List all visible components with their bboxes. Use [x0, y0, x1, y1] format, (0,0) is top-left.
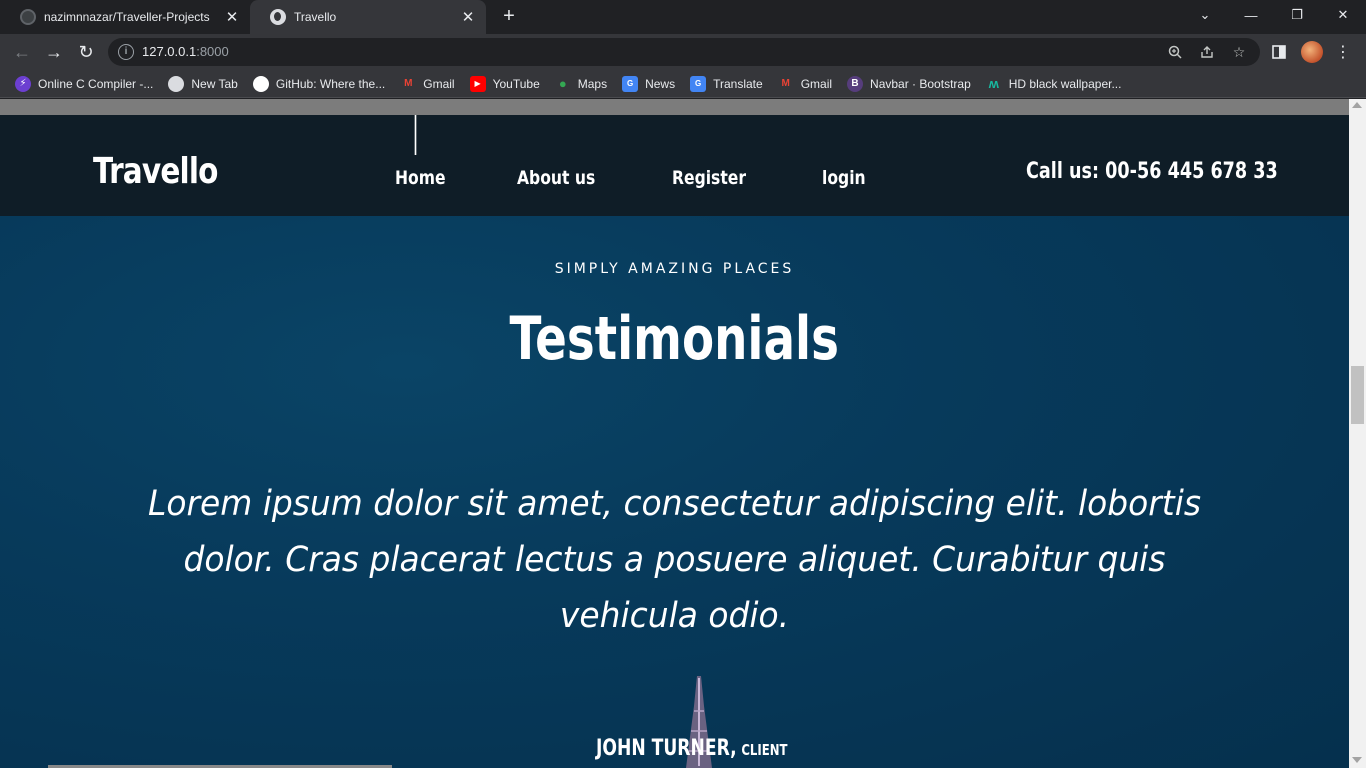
forward-icon[interactable]: →	[42, 40, 66, 64]
bookmark-online-c-compiler[interactable]: ⚡ Online C Compiler -...	[15, 75, 154, 92]
gmail-icon: M	[781, 78, 790, 89]
new-tab-button[interactable]: +	[498, 6, 520, 28]
url-text[interactable]: 127.0.0.1:8000	[142, 44, 229, 59]
youtube-icon: ▶	[469, 75, 486, 92]
translate-icon: G	[690, 75, 707, 92]
bookmark-label: Online C Compiler -...	[38, 76, 154, 91]
nav-about-us[interactable]: About us	[517, 167, 595, 189]
url-host: 127.0.0.1	[142, 44, 197, 59]
gmail-icon: M	[404, 78, 413, 89]
bookmark-label: Gmail	[423, 76, 455, 91]
bookmark-youtube[interactable]: ▶ YouTube	[469, 75, 540, 92]
address-bar[interactable]: i 127.0.0.1:8000 ☆	[108, 38, 1260, 66]
page-viewport: Travello Home About us Register login Ca…	[0, 99, 1349, 768]
scroll-down-icon[interactable]	[1352, 757, 1362, 763]
share-icon[interactable]	[1198, 43, 1216, 61]
restore-button[interactable]: ❐	[1274, 0, 1320, 30]
close-icon[interactable]: ✕	[460, 9, 476, 26]
bookmark-gmail[interactable]: M Gmail	[400, 76, 455, 92]
testimonial-author: JOHN TURNER, CLIENT	[596, 736, 788, 761]
section-heading: Testimonials	[0, 304, 1349, 374]
section-kicker: SIMPLY AMAZING PLACES	[554, 261, 795, 277]
author-role: CLIENT	[741, 741, 788, 759]
bookmark-gmail-2[interactable]: M Gmail	[778, 76, 833, 92]
bookmark-label: Translate	[713, 76, 763, 91]
bookmark-label: Maps	[577, 76, 608, 91]
nav-register[interactable]: Register	[672, 167, 746, 189]
bookmark-label: Navbar · Bootstrap	[870, 76, 971, 91]
bookmark-label: HD black wallpaper...	[1008, 76, 1122, 91]
scroll-up-icon[interactable]	[1352, 102, 1362, 108]
bookmark-label: New Tab	[191, 76, 238, 91]
url-port: :8000	[196, 44, 229, 59]
close-window-button[interactable]: ✕	[1320, 0, 1366, 30]
bookmark-news[interactable]: G News	[622, 75, 676, 92]
bookmark-label: Gmail	[800, 76, 833, 91]
scrollbar-thumb[interactable]	[1351, 366, 1364, 424]
bookmark-label: GitHub: Where the...	[275, 76, 386, 91]
tab-travello[interactable]: Travello ✕	[250, 0, 486, 34]
testimonials-section: SIMPLY AMAZING PLACES Testimonials Lorem…	[0, 216, 1349, 768]
tab-search-icon[interactable]: ⌄	[1182, 0, 1228, 30]
bookmark-wallpaper[interactable]: ʍ HD black wallpaper...	[986, 76, 1122, 92]
reload-icon[interactable]: ↻	[74, 40, 98, 64]
tab-title: Travello	[294, 10, 337, 24]
minimize-button[interactable]: —	[1228, 0, 1274, 30]
site-logo[interactable]: Travello	[93, 151, 218, 192]
bookmark-label: YouTube	[492, 76, 540, 91]
browser-toolbar: ← → ↻ i 127.0.0.1:8000 ☆ ⋮	[0, 34, 1366, 70]
zoom-icon[interactable]	[1166, 43, 1184, 61]
nav-login[interactable]: login	[822, 167, 866, 189]
site-info-icon[interactable]: i	[118, 44, 134, 60]
github-icon	[20, 9, 36, 25]
quote-text: Lorem ipsum dolor sit amet, consectetur …	[148, 484, 1201, 636]
back-icon[interactable]: ←	[10, 40, 34, 64]
tab-github[interactable]: nazimnnazar/Traveller-Projects ✕	[0, 0, 250, 34]
profile-avatar[interactable]	[1301, 41, 1323, 63]
author-name: JOHN TURNER,	[596, 736, 737, 761]
main-nav: Home About us Register login	[395, 115, 936, 189]
bookmark-github[interactable]: GitHub: Where the...	[252, 75, 386, 92]
bookmark-maps[interactable]: ● Maps	[555, 76, 607, 92]
globe-icon	[270, 9, 286, 25]
call-us-text: Call us: 00-56 445 678 33	[1026, 159, 1278, 184]
bookmark-bootstrap[interactable]: B Navbar · Bootstrap	[847, 75, 971, 92]
bookmark-translate[interactable]: G Translate	[690, 75, 763, 92]
wallpaper-icon: ʍ	[988, 76, 999, 91]
side-panel-icon[interactable]	[1269, 42, 1289, 62]
bookmarks-bar: ⚡ Online C Compiler -... New Tab GitHub:…	[0, 70, 1366, 98]
bootstrap-icon: B	[847, 75, 864, 92]
heading-text: Testimonials	[509, 304, 840, 374]
nav-home[interactable]: Home	[395, 115, 446, 189]
page-scrollbar[interactable]	[1349, 99, 1366, 768]
maps-icon: ●	[558, 76, 567, 91]
tab-title: nazimnnazar/Traveller-Projects	[44, 10, 210, 24]
compiler-icon: ⚡	[15, 75, 31, 92]
github-icon	[252, 75, 269, 92]
bookmark-label: News	[645, 76, 676, 91]
menu-icon[interactable]: ⋮	[1333, 42, 1353, 62]
news-icon: G	[622, 75, 639, 92]
bookmark-new-tab[interactable]: New Tab	[168, 75, 238, 92]
globe-icon	[168, 75, 185, 92]
tab-strip: nazimnnazar/Traveller-Projects ✕ Travell…	[0, 0, 1366, 34]
close-icon[interactable]: ✕	[224, 9, 240, 26]
bookmark-star-icon[interactable]: ☆	[1230, 43, 1248, 61]
site-header: Travello Home About us Register login Ca…	[0, 115, 1349, 216]
testimonial-quote: Lorem ipsum dolor sit amet, consectetur …	[100, 476, 1249, 644]
